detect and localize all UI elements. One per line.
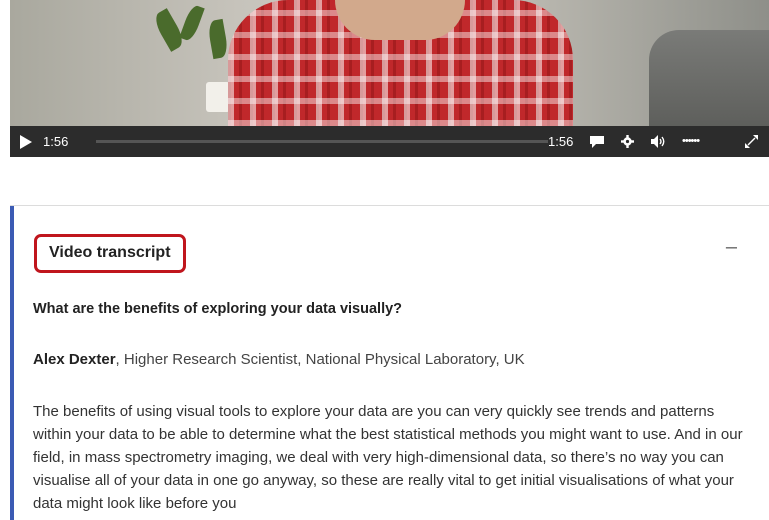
progress-bar[interactable] — [96, 140, 548, 143]
speaker-role: , Higher Research Scientist, National Ph… — [115, 351, 525, 368]
collapse-toggle[interactable]: – — [726, 236, 737, 259]
speaker-line: Alex Dexter, Higher Research Scientist, … — [33, 351, 525, 368]
fullscreen-icon[interactable] — [745, 135, 758, 148]
play-icon[interactable] — [20, 135, 32, 149]
video-frame[interactable] — [10, 0, 769, 126]
video-controls: 1:56 1:56 •••••• — [10, 126, 769, 157]
captions-icon[interactable] — [590, 136, 604, 148]
elapsed-time: 1:56 — [43, 134, 69, 149]
transcript-heading[interactable]: Video transcript — [34, 234, 186, 273]
presenter-neck — [335, 0, 465, 40]
speaker-name: Alex Dexter — [33, 351, 116, 368]
transcript-body: The benefits of using visual tools to ex… — [33, 403, 743, 512]
mug-image — [206, 82, 230, 112]
volume-icon[interactable] — [651, 135, 667, 148]
transcript-panel: Video transcript – What are the benefits… — [10, 206, 769, 520]
transcript-question: What are the benefits of exploring your … — [33, 301, 403, 317]
volume-level[interactable]: •••••• — [682, 126, 700, 157]
settings-gear-icon[interactable] — [621, 135, 634, 148]
video-player[interactable]: 1:56 1:56 •••••• — [10, 0, 769, 157]
sofa-image — [649, 30, 769, 126]
duration-time: 1:56 — [548, 134, 574, 149]
